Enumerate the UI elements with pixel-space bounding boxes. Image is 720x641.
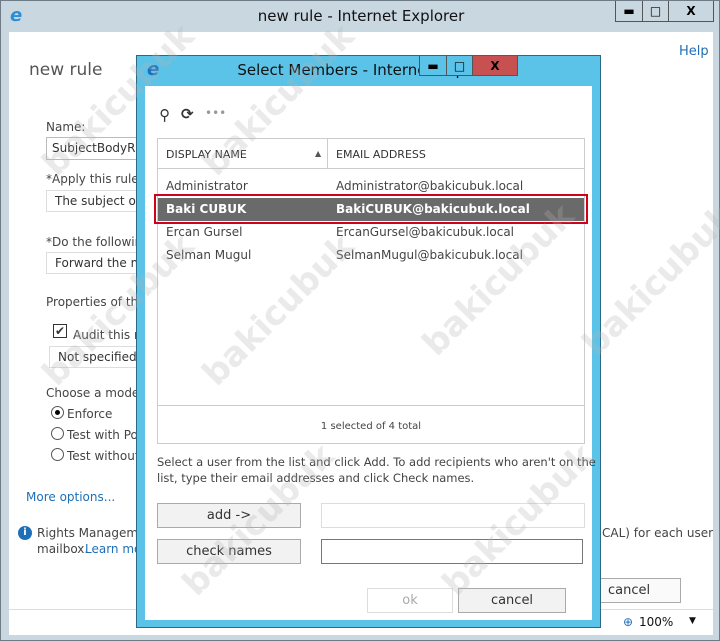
cancel-button[interactable]: cancel: [458, 588, 566, 613]
help-link[interactable]: Help: [679, 44, 709, 59]
select-members-dialog: e Select Members - Internet Explorer ▬ □…: [136, 55, 601, 628]
learn-more-link[interactable]: Learn mo: [85, 542, 141, 556]
page-title: new rule: [29, 60, 103, 80]
instructions-text: Select a user from the list and click Ad…: [157, 455, 596, 485]
list-header: DISPLAY NAME ▲ EMAIL ADDRESS: [158, 139, 584, 169]
zoom-level[interactable]: 100%: [639, 615, 673, 629]
member-name: Ercan Gursel: [166, 225, 243, 239]
name-label: Name:: [46, 120, 86, 134]
mode-label: Choose a mode f: [46, 386, 148, 400]
dialog-content: ⚲ ⟳ ••• DISPLAY NAME ▲ EMAIL ADDRESS Adm…: [145, 86, 596, 620]
do-label: *Do the following: [46, 235, 150, 249]
dialog-close-button[interactable]: X: [472, 56, 518, 76]
apply-label: *Apply this rule if: [46, 172, 151, 186]
column-divider: [327, 139, 328, 169]
member-email: ErcanGursel@bakicubuk.local: [336, 225, 515, 239]
check-names-button[interactable]: check names: [157, 539, 301, 564]
mode-test-policy-label: Test with Poli: [67, 428, 145, 442]
zoom-icon: ⊕: [623, 615, 634, 629]
list-footer-divider: [158, 405, 584, 406]
info-text-right: CAL) for each user: [602, 526, 714, 540]
mode-enforce-radio[interactable]: [51, 406, 64, 419]
audit-checkbox[interactable]: ✔: [53, 324, 67, 338]
name-input[interactable]: SubjectBodyRule: [46, 137, 146, 160]
severity-select[interactable]: Not specified: [49, 346, 149, 368]
column-email-address[interactable]: EMAIL ADDRESS: [336, 148, 426, 161]
mode-test-without-label: Test without: [67, 449, 140, 463]
action-select[interactable]: Forward the me: [46, 252, 146, 274]
check-names-input[interactable]: [321, 539, 583, 564]
minimize-button[interactable]: ▬: [615, 1, 643, 22]
zoom-dropdown-icon[interactable]: ▼: [689, 616, 696, 626]
mode-test-policy-radio[interactable]: [51, 427, 64, 440]
selection-status: 1 selected of 4 total: [320, 421, 422, 432]
more-options-link[interactable]: More options...: [26, 490, 115, 504]
member-email: SelmanMugul@bakicubuk.local: [336, 248, 523, 262]
ok-button[interactable]: ok: [367, 588, 453, 613]
dialog-title: Select Members - Internet Explorer: [237, 61, 500, 79]
apply-condition-select[interactable]: The subject or b: [46, 190, 146, 212]
member-name: Selman Mugul: [166, 248, 252, 262]
window-title: new rule - Internet Explorer: [257, 7, 465, 25]
list-item[interactable]: Ercan Gursel ErcanGursel@bakicubuk.local: [158, 221, 584, 244]
info-icon: i: [18, 526, 32, 540]
add-recipients-field[interactable]: [321, 503, 585, 528]
close-button[interactable]: X: [668, 1, 714, 22]
sort-ascending-icon[interactable]: ▲: [315, 149, 321, 158]
members-list: DISPLAY NAME ▲ EMAIL ADDRESS Administrat…: [157, 138, 585, 444]
dialog-maximize-button[interactable]: □: [446, 56, 473, 76]
more-icon[interactable]: •••: [205, 106, 226, 120]
column-display-name[interactable]: DISPLAY NAME: [166, 148, 247, 161]
selected-highlight-box: [154, 194, 588, 224]
maximize-button[interactable]: □: [642, 1, 669, 22]
search-icon[interactable]: ⚲: [159, 106, 170, 124]
mode-test-without-radio[interactable]: [51, 448, 64, 461]
list-item[interactable]: Selman Mugul SelmanMugul@bakicubuk.local: [158, 244, 584, 267]
add-button[interactable]: add ->: [157, 503, 301, 528]
info-text-line2: mailbox.: [37, 542, 89, 556]
mode-enforce-label: Enforce: [67, 407, 113, 421]
dialog-minimize-button[interactable]: ▬: [419, 56, 447, 76]
properties-label: Properties of this: [46, 295, 148, 309]
refresh-icon[interactable]: ⟳: [181, 105, 194, 123]
